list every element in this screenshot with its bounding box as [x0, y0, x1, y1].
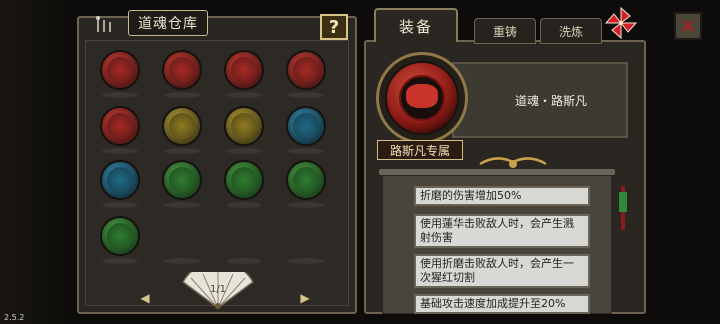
spirit-orb-slot[interactable] — [100, 216, 140, 256]
slot-base — [226, 148, 262, 154]
slot-base — [288, 148, 324, 154]
orb-glyph-icon — [293, 167, 319, 193]
orb-glyph-icon — [107, 167, 133, 193]
game-screen: 2.5.2 道魂仓库 ? 1/1 ◀ ▶ 装备 重铸 洗炼 ✕ 道魂・路斯凡 路… — [0, 0, 720, 324]
effect-line: 折磨的伤害增加50% — [414, 186, 590, 206]
ink-brush-icon — [96, 16, 111, 32]
spirit-orb-slot[interactable] — [100, 160, 140, 200]
orb-glyph-icon — [293, 113, 319, 139]
prev-page-button[interactable]: ◀ — [138, 292, 152, 304]
orb-glyph-icon — [169, 113, 195, 139]
spirit-name: 道魂・路斯凡 — [514, 94, 587, 108]
spirit-orb-slot[interactable] — [224, 160, 264, 200]
orb-glyph-icon — [231, 113, 257, 139]
slot-base — [288, 92, 324, 98]
slot-base — [164, 92, 200, 98]
slot-base — [102, 202, 138, 208]
slot-base — [102, 92, 138, 98]
pinwheel-icon — [604, 6, 638, 40]
effect-line: 基础攻击速度加成提升至20% — [414, 294, 590, 314]
page-indicator: 1/1 — [209, 284, 227, 295]
orb-glyph-icon — [231, 167, 257, 193]
slot-base — [226, 202, 262, 208]
version-label: 2.5.2 — [4, 313, 25, 322]
spirit-orb-slot[interactable] — [162, 160, 202, 200]
close-icon: ✕ — [679, 14, 697, 38]
next-page-button[interactable]: ▶ — [298, 292, 312, 304]
orb-glyph-icon — [293, 57, 319, 83]
slot-base — [164, 148, 200, 154]
demon-face-icon — [406, 84, 438, 108]
spirit-orb-slot[interactable] — [162, 106, 202, 146]
exclusive-tag: 路斯凡专属 — [377, 140, 463, 160]
spirit-orb-slot[interactable] — [162, 50, 202, 90]
spirit-orb-slot[interactable] — [286, 50, 326, 90]
spirit-orb-slot[interactable] — [100, 106, 140, 146]
tab-wash[interactable]: 洗炼 — [540, 18, 602, 44]
orb-glyph-icon — [107, 223, 133, 249]
close-button[interactable]: ✕ — [674, 12, 702, 40]
orb-glyph-icon — [107, 57, 133, 83]
orb-glyph-icon — [169, 57, 195, 83]
tassel-icon — [619, 186, 627, 230]
effect-line: 使用蓮华击败敌人时，会产生溅射伤害 — [414, 214, 590, 248]
orb-glyph-icon — [169, 167, 195, 193]
effect-line: 使用折磨击败敌人时，会产生一次猩红切割 — [414, 254, 590, 288]
empty-slot — [226, 258, 262, 264]
tab-equip[interactable]: 装备 — [374, 8, 458, 42]
slot-base — [102, 258, 138, 264]
slot-base — [288, 202, 324, 208]
slot-base — [226, 92, 262, 98]
empty-slot — [164, 258, 200, 264]
empty-slot — [288, 258, 324, 264]
slot-base — [164, 202, 200, 208]
spirit-orb-slot[interactable] — [100, 50, 140, 90]
orb-glyph-icon — [231, 57, 257, 83]
slot-base — [102, 148, 138, 154]
warehouse-title: 道魂仓库 — [128, 10, 208, 36]
spirit-orb-slot[interactable] — [286, 106, 326, 146]
background-scene — [0, 0, 70, 324]
spirit-orb-slot[interactable] — [224, 106, 264, 146]
orb-glyph-icon — [107, 113, 133, 139]
help-button[interactable]: ? — [320, 14, 348, 40]
spirit-orb-slot[interactable] — [286, 160, 326, 200]
spirit-orb-slot[interactable] — [224, 50, 264, 90]
tab-reforge[interactable]: 重铸 — [474, 18, 536, 44]
scroll-rod — [378, 168, 616, 176]
equipped-spirit-orb[interactable] — [376, 52, 468, 144]
